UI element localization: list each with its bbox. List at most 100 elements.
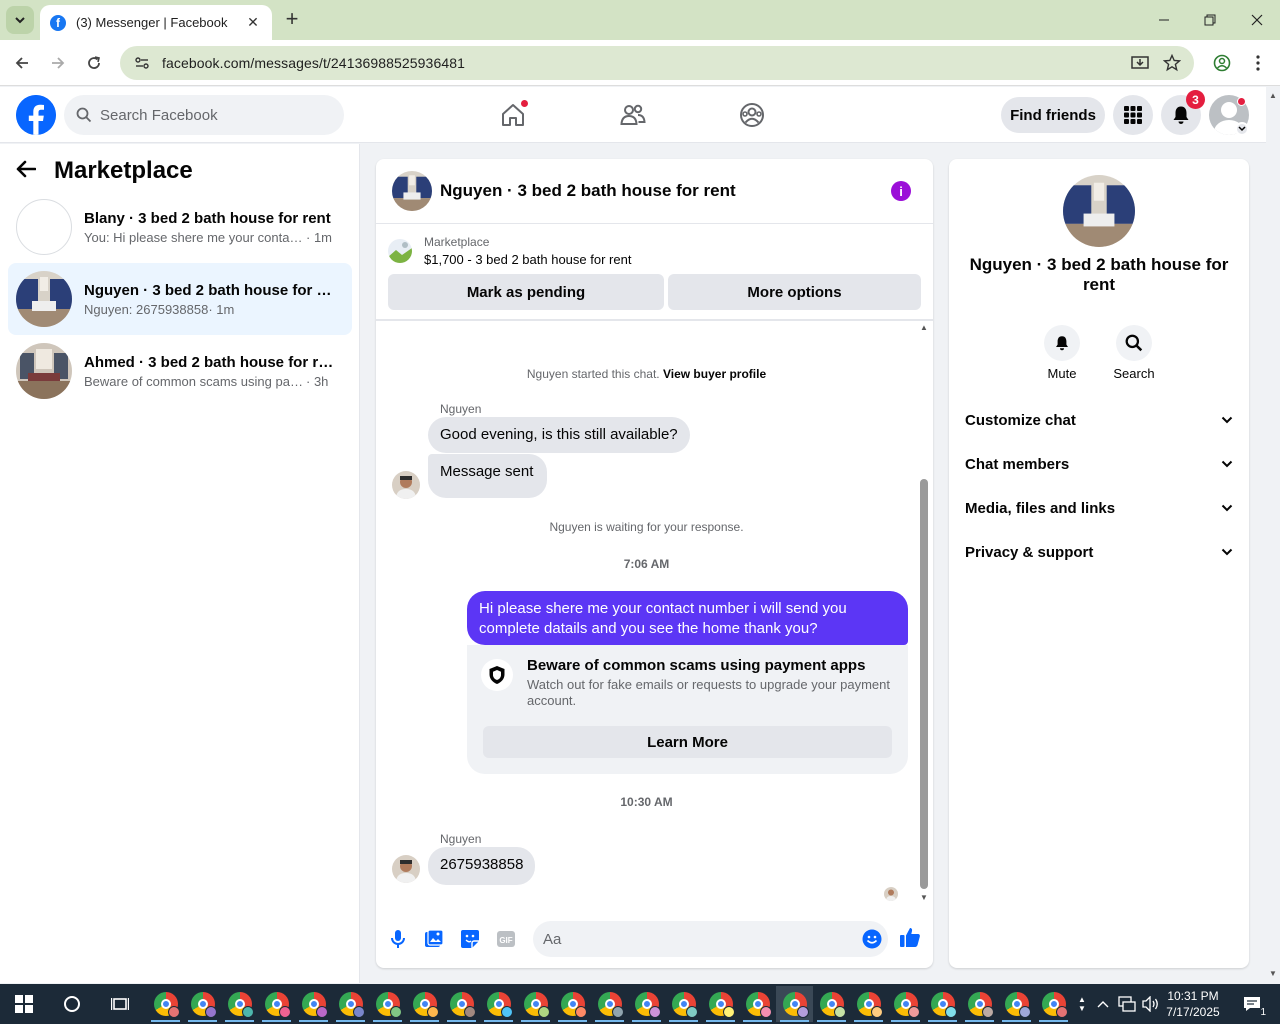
like-button[interactable]	[898, 925, 922, 949]
back-arrow-icon[interactable]	[16, 157, 40, 185]
taskbar-chrome-window[interactable]	[147, 986, 184, 1022]
media-files-links-section[interactable]: Media, files and links	[965, 497, 1235, 519]
scroll-up-arrow-icon[interactable]: ▲	[1269, 91, 1277, 100]
scroll-down-arrow-icon[interactable]: ▼	[920, 893, 928, 902]
mute-button[interactable]: Mute	[1032, 325, 1092, 381]
incoming-message[interactable]: Message sent	[428, 454, 548, 498]
reload-button[interactable]	[80, 49, 108, 77]
learn-more-button[interactable]: Learn More	[483, 726, 892, 758]
sender-avatar[interactable]	[392, 471, 420, 499]
browser-menu-button[interactable]	[1244, 49, 1272, 77]
info-icon[interactable]: i	[891, 181, 911, 201]
address-bar[interactable]: facebook.com/messages/t/2413698852593648…	[120, 46, 1194, 80]
network-button[interactable]	[1116, 984, 1138, 1024]
taskbar-chrome-window[interactable]	[221, 986, 258, 1022]
back-button[interactable]	[8, 49, 36, 77]
restore-button[interactable]	[1187, 6, 1233, 34]
minimize-button[interactable]	[1141, 6, 1187, 34]
menu-button[interactable]	[1113, 95, 1153, 135]
volume-button[interactable]	[1140, 984, 1162, 1024]
profile-button[interactable]	[1208, 49, 1236, 77]
sender-avatar[interactable]	[392, 855, 420, 883]
incoming-message[interactable]: 2675938858	[428, 847, 536, 885]
gif-button[interactable]: GIF	[494, 927, 518, 951]
taskbar-chrome-window[interactable]	[406, 986, 443, 1022]
chevron-down-icon[interactable]: ▼	[1078, 1004, 1086, 1013]
scroll-down-arrow-icon[interactable]: ▼	[1269, 969, 1277, 978]
taskbar-chrome-window[interactable]	[887, 986, 924, 1022]
taskbar-chrome-window[interactable]	[1035, 986, 1072, 1022]
listing-summary[interactable]: Marketplace $1,700 - 3 bed 2 bath house …	[388, 233, 918, 269]
taskbar-chrome-window[interactable]	[628, 986, 665, 1022]
taskbar-chrome-window[interactable]	[295, 986, 332, 1022]
message-input-box[interactable]	[533, 921, 888, 957]
chat-scrollbar[interactable]: ▲ ▼	[917, 321, 931, 902]
new-tab-button[interactable]: +	[280, 8, 304, 32]
taskbar-chrome-window[interactable]	[850, 986, 887, 1022]
show-hidden-icons-button[interactable]	[1094, 984, 1112, 1024]
conversation-item-ahmed[interactable]: Ahmed · 3 bed 2 bath house for rent Bewa…	[8, 335, 352, 407]
taskbar-chrome-window[interactable]	[258, 986, 295, 1022]
taskbar-chrome-window[interactable]	[591, 986, 628, 1022]
taskbar-chrome-window[interactable]	[813, 986, 850, 1022]
incoming-message[interactable]: Good evening, is this still available?	[428, 417, 690, 453]
find-friends-button[interactable]: Find friends	[1001, 97, 1105, 133]
taskbar-chrome-window[interactable]	[998, 986, 1035, 1022]
scrollbar-thumb[interactable]	[920, 479, 928, 889]
taskbar-search-button[interactable]	[54, 988, 90, 1020]
home-nav[interactable]	[493, 95, 533, 135]
account-button[interactable]	[1209, 95, 1249, 136]
close-tab-icon[interactable]: ✕	[244, 14, 262, 31]
taskbar-chrome-window[interactable]	[443, 986, 480, 1022]
install-app-button[interactable]	[1126, 49, 1154, 77]
taskbar-chrome-window[interactable]	[924, 986, 961, 1022]
friends-nav[interactable]	[613, 95, 653, 135]
browser-tab[interactable]: f (3) Messenger | Facebook ✕	[40, 5, 272, 40]
groups-nav[interactable]	[732, 95, 772, 135]
forward-button[interactable]	[44, 49, 72, 77]
taskbar-scroll[interactable]: ▲ ▼	[1074, 984, 1090, 1024]
close-window-button[interactable]	[1234, 6, 1280, 34]
conversation-item-nguyen[interactable]: Nguyen · 3 bed 2 bath house for r... Ngu…	[8, 263, 352, 335]
taskbar-chrome-window[interactable]	[554, 986, 591, 1022]
avatar[interactable]	[392, 171, 432, 211]
notifications-button[interactable]: 3	[1161, 90, 1205, 135]
emoji-icon[interactable]	[862, 929, 882, 949]
chat-members-section[interactable]: Chat members	[965, 453, 1235, 475]
outgoing-message[interactable]: Hi please shere me your contact number i…	[467, 591, 908, 645]
site-settings-icon[interactable]	[134, 54, 152, 72]
taskbar-chrome-window[interactable]	[517, 986, 554, 1022]
tab-search-button[interactable]	[6, 6, 34, 34]
taskbar-chrome-window[interactable]	[332, 986, 369, 1022]
customize-chat-section[interactable]: Customize chat	[965, 409, 1235, 431]
task-view-button[interactable]	[102, 988, 138, 1020]
scroll-up-arrow-icon[interactable]: ▲	[920, 323, 928, 332]
view-buyer-profile-link[interactable]: View buyer profile	[663, 367, 766, 381]
taskbar-chrome-window[interactable]	[702, 986, 739, 1022]
search-in-chat-button[interactable]: Search	[1104, 325, 1164, 381]
taskbar-chrome-window[interactable]	[739, 986, 776, 1022]
mark-as-pending-button[interactable]: Mark as pending	[388, 274, 664, 310]
taskbar-chrome-window[interactable]	[480, 986, 517, 1022]
taskbar-chrome-window[interactable]	[369, 986, 406, 1022]
sticker-button[interactable]	[458, 927, 482, 951]
facebook-search-input[interactable]	[100, 106, 320, 124]
start-button[interactable]	[6, 988, 42, 1020]
chevron-up-icon[interactable]: ▲	[1078, 995, 1086, 1004]
attach-photo-button[interactable]	[422, 927, 446, 951]
voice-clip-button[interactable]	[386, 927, 410, 951]
message-input[interactable]	[543, 930, 843, 948]
taskbar-chrome-window[interactable]	[665, 986, 702, 1022]
conversation-item-blany[interactable]: Blany · 3 bed 2 bath house for rent You:…	[8, 191, 352, 263]
taskbar-chrome-window[interactable]	[184, 986, 221, 1022]
more-options-button[interactable]: More options	[668, 274, 921, 310]
chat-title[interactable]: Nguyen · 3 bed 2 bath house for rent	[440, 181, 736, 201]
privacy-support-section[interactable]: Privacy & support	[965, 541, 1235, 563]
bookmark-button[interactable]	[1158, 49, 1186, 77]
taskbar-clock[interactable]: 10:31 PM 7/17/2025	[1160, 988, 1226, 1020]
facebook-search[interactable]	[64, 95, 344, 135]
action-center-button[interactable]: 1	[1232, 984, 1272, 1024]
facebook-logo[interactable]	[16, 95, 56, 135]
taskbar-chrome-window[interactable]	[776, 986, 813, 1022]
avatar[interactable]	[1063, 175, 1135, 247]
